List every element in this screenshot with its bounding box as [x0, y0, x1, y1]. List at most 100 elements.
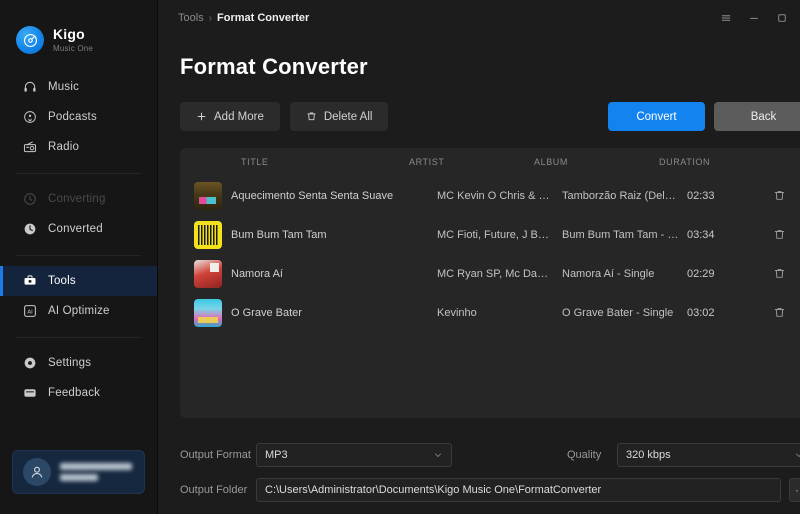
delete-row-button[interactable]: [759, 228, 799, 241]
toolbox-icon: [22, 274, 37, 289]
add-more-button[interactable]: Add More: [180, 102, 280, 131]
album-art: [194, 259, 222, 288]
delete-row-button[interactable]: [759, 306, 799, 319]
cell-duration: 03:34: [687, 228, 715, 241]
convert-button[interactable]: Convert: [608, 102, 705, 131]
user-account-card[interactable]: [12, 450, 145, 494]
column-header-artist: ARTIST: [409, 157, 445, 167]
table-body: Aquecimento Senta Senta Suave MC Kevin O…: [180, 176, 800, 332]
user-avatar-icon: [23, 458, 51, 486]
compass-music-icon: [16, 26, 44, 54]
table-row[interactable]: Bum Bum Tam Tam MC Fioti, Future, J Balv…: [180, 215, 800, 254]
toolbar: Add More Delete All Convert Back: [180, 102, 800, 131]
sidebar-item-label: Tools: [48, 275, 76, 287]
delete-all-label: Delete All: [323, 110, 373, 123]
output-format-select[interactable]: MP3: [256, 443, 452, 467]
table-row[interactable]: Namora Aí MC Ryan SP, Mc DanieL... Namor…: [180, 254, 800, 293]
quality-value: 320 kbps: [626, 449, 671, 461]
titlebar: Tools › Format Converter: [158, 0, 800, 36]
user-plan-blur: [60, 474, 98, 481]
sidebar-nav: Music Podcasts Radio Converting Converte…: [0, 62, 157, 408]
sidebar-item-converted[interactable]: Converted: [0, 214, 157, 244]
delete-row-button[interactable]: [759, 267, 799, 280]
sidebar-divider: [16, 337, 141, 338]
message-icon: [22, 386, 37, 401]
quality-select[interactable]: 320 kbps: [617, 443, 800, 467]
cell-title: Aquecimento Senta Senta Suave: [231, 189, 394, 202]
column-header-title: TITLE: [241, 157, 269, 167]
window-controls: [713, 6, 800, 30]
cell-album: Namora Aí - Single: [562, 267, 655, 280]
content: Format Converter Add More Delete All Con…: [158, 36, 800, 429]
album-art: [194, 298, 222, 327]
track-table: TITLE ARTIST ALBUM DURATION Aquecimento …: [180, 148, 800, 418]
sidebar-item-ai-optimize[interactable]: AI AI Optimize: [0, 296, 157, 326]
user-name-blur: [60, 463, 132, 470]
sidebar-item-settings[interactable]: Settings: [0, 348, 157, 378]
main-area: Tools › Format Converter Format Converte…: [158, 0, 800, 514]
delete-all-button[interactable]: Delete All: [289, 102, 389, 131]
cell-album: Tamborzão Raiz (Deluxe): [562, 189, 687, 202]
minimize-icon[interactable]: [741, 6, 767, 30]
format-quality-row: Output Format MP3 Quality 320 kbps: [180, 443, 800, 467]
output-folder-input[interactable]: C:\Users\Administrator\Documents\Kigo Mu…: [256, 478, 781, 502]
sidebar-item-label: Settings: [48, 357, 92, 369]
sidebar-item-label: Music: [48, 81, 80, 93]
breadcrumb: Tools › Format Converter: [178, 12, 309, 24]
quality-label: Quality: [567, 449, 602, 461]
cell-title: O Grave Bater: [231, 306, 302, 319]
cell-duration: 02:33: [687, 189, 715, 202]
output-format-label: Output Format: [180, 449, 251, 461]
primary-actions: Convert Back: [608, 102, 800, 131]
app-window: Kigo Music One Music Podcasts Radio Conv…: [0, 0, 800, 514]
plus-icon: [196, 111, 207, 122]
table-header-row: TITLE ARTIST ALBUM DURATION: [180, 148, 800, 176]
sidebar-item-feedback[interactable]: Feedback: [0, 378, 157, 408]
sidebar-divider: [16, 255, 141, 256]
column-header-duration: DURATION: [659, 157, 711, 167]
conversion-settings: Output Format MP3 Quality 320 kbps Outpu…: [158, 429, 800, 514]
maximize-icon[interactable]: [769, 6, 795, 30]
chevron-down-icon: [794, 450, 800, 460]
delete-row-button[interactable]: [759, 189, 799, 202]
hamburger-icon[interactable]: [713, 6, 739, 30]
table-row[interactable]: O Grave Bater Kevinho O Grave Bater - Si…: [180, 293, 800, 332]
sidebar-item-label: Converting: [48, 193, 106, 205]
back-button[interactable]: Back: [714, 102, 800, 131]
sidebar-item-label: Podcasts: [48, 111, 97, 123]
svg-text:AI: AI: [27, 309, 33, 315]
sidebar-item-label: AI Optimize: [48, 305, 110, 317]
cell-title: Namora Aí: [231, 267, 283, 280]
output-folder-row: Output Folder C:\Users\Administrator\Doc…: [180, 478, 800, 502]
cell-artist: MC Fioti, Future, J Balvi...: [437, 228, 562, 241]
headphones-icon: [22, 80, 37, 95]
cell-duration: 02:29: [687, 267, 715, 280]
breadcrumb-parent[interactable]: Tools: [178, 12, 204, 24]
sidebar-item-converting: Converting: [0, 184, 157, 214]
cell-album: Bum Bum Tam Tam - Si...: [562, 228, 687, 241]
brand: Kigo Music One: [0, 0, 157, 62]
sidebar-item-podcasts[interactable]: Podcasts: [0, 102, 157, 132]
sidebar-item-label: Radio: [48, 141, 80, 153]
breadcrumb-current: Format Converter: [217, 12, 310, 24]
cell-duration: 03:02: [687, 306, 715, 319]
brand-name: Kigo: [53, 26, 85, 42]
brand-subtitle: Music One: [53, 44, 94, 53]
output-folder-label: Output Folder: [180, 484, 248, 496]
sidebar-item-label: Feedback: [48, 387, 101, 399]
gear-icon: [22, 356, 37, 371]
radio-icon: [22, 140, 37, 155]
cell-artist: MC Ryan SP, Mc DanieL...: [437, 267, 562, 280]
user-name-redacted: [60, 463, 132, 481]
sidebar-item-tools[interactable]: Tools: [0, 266, 157, 296]
table-row[interactable]: Aquecimento Senta Senta Suave MC Kevin O…: [180, 176, 800, 215]
chevron-down-icon: [433, 450, 443, 460]
bottom-padding: [180, 502, 800, 514]
sidebar-item-label: Converted: [48, 223, 103, 235]
cell-artist: Kevinho: [437, 306, 477, 319]
sidebar-item-music[interactable]: Music: [0, 72, 157, 102]
ai-badge-icon: AI: [22, 304, 37, 319]
browse-folder-button[interactable]: ···: [789, 478, 800, 502]
sidebar-item-radio[interactable]: Radio: [0, 132, 157, 162]
